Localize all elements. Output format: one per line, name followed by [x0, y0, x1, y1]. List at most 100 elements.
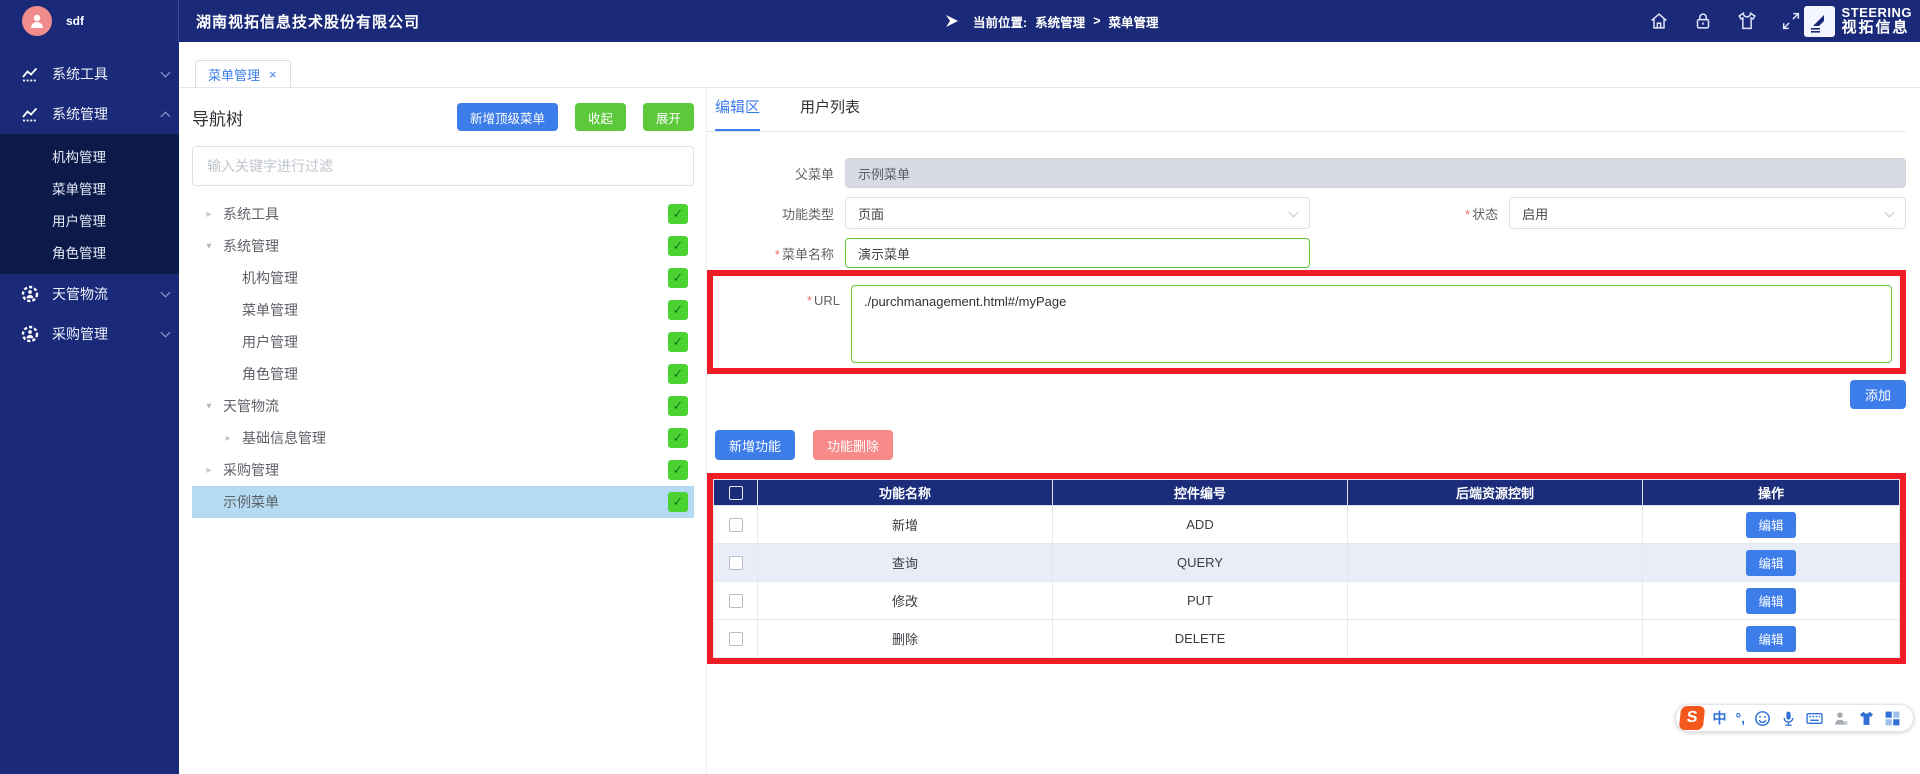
ime-lang-toggle[interactable]: 中 — [1713, 708, 1727, 728]
select-all-checkbox[interactable] — [729, 486, 743, 500]
tree-node-system-tools[interactable]: 系统工具 — [192, 198, 694, 230]
edit-row-button[interactable]: 编辑 — [1746, 512, 1795, 538]
status-select[interactable]: 启用 — [1509, 197, 1906, 229]
sidebar-item-system-tools[interactable]: 系统工具 — [0, 54, 179, 94]
sidebar-item-tianguan-logistics[interactable]: 天管物流 — [0, 274, 179, 314]
row-checkbox[interactable] — [729, 632, 743, 646]
check-icon[interactable] — [668, 364, 688, 384]
check-icon[interactable] — [668, 396, 688, 416]
check-icon[interactable] — [668, 300, 688, 320]
avatar[interactable] — [22, 6, 52, 36]
breadcrumb-parent[interactable]: 系统管理 — [1035, 12, 1085, 31]
tree-node-purchase-management[interactable]: 采购管理 — [192, 454, 694, 486]
check-icon[interactable] — [668, 204, 688, 224]
user-area[interactable]: sdf — [0, 0, 179, 42]
table-row: 查询 QUERY 编辑 — [714, 544, 1900, 582]
breadcrumb-current[interactable]: 菜单管理 — [1109, 12, 1159, 31]
menu-name-field[interactable] — [845, 238, 1310, 268]
microphone-icon[interactable] — [1780, 710, 1797, 727]
chevron-up-icon — [161, 111, 171, 121]
emoji-icon[interactable] — [1754, 710, 1771, 727]
add-top-menu-button[interactable]: 新增顶级菜单 — [457, 103, 558, 131]
collapse-arrow-icon[interactable] — [202, 401, 216, 412]
row-checkbox[interactable] — [729, 518, 743, 532]
sidebar-item-menu-management[interactable]: 菜单管理 — [0, 172, 179, 204]
function-type-select[interactable]: 页面 — [845, 197, 1310, 229]
sidebar-item-purchase-management[interactable]: 采购管理 — [0, 314, 179, 354]
close-icon[interactable]: × — [269, 67, 277, 82]
breadcrumb-separator: > — [1093, 14, 1100, 28]
home-icon[interactable] — [1648, 10, 1670, 32]
add-function-button[interactable]: 新增功能 — [715, 430, 795, 460]
shirt-icon[interactable] — [1736, 10, 1758, 32]
person-icon[interactable] — [1832, 710, 1849, 727]
tree-node-org-management[interactable]: 机构管理 — [192, 262, 694, 294]
row-checkbox[interactable] — [729, 594, 743, 608]
sidebar-item-label: 采购管理 — [52, 324, 108, 344]
tab-edit-area[interactable]: 编辑区 — [715, 96, 760, 131]
chevron-down-icon — [161, 68, 171, 78]
sidebar-item-org-management[interactable]: 机构管理 — [0, 140, 179, 172]
toolbox-icon[interactable] — [1884, 710, 1901, 727]
url-field[interactable]: ./purchmanagement.html#/myPage — [851, 285, 1892, 363]
skin-icon[interactable] — [1858, 710, 1875, 727]
add-button[interactable]: 添加 — [1850, 380, 1906, 409]
expand-arrow-icon[interactable] — [202, 209, 216, 220]
check-icon[interactable] — [668, 428, 688, 448]
brand-logo: STEERING 视拓信息 — [1804, 0, 1912, 42]
brand-name-cn: 视拓信息 — [1842, 20, 1912, 36]
tree-node-menu-management[interactable]: 菜单管理 — [192, 294, 694, 326]
chevron-down-icon — [1885, 208, 1895, 218]
delete-function-button[interactable]: 功能删除 — [813, 430, 893, 460]
lock-icon[interactable] — [1692, 10, 1714, 32]
menu-edit-form: 父菜单 功能类型 页面 *状态 启用 — [707, 132, 1906, 409]
check-icon[interactable] — [668, 460, 688, 480]
keyboard-icon[interactable] — [1806, 710, 1823, 727]
chart-icon — [20, 64, 40, 84]
check-icon[interactable] — [668, 492, 688, 512]
sidebar-item-label: 系统工具 — [52, 64, 108, 84]
tree-node-user-management[interactable]: 用户管理 — [192, 326, 694, 358]
sogou-logo-icon[interactable]: S — [1678, 706, 1705, 730]
row-checkbox[interactable] — [729, 556, 743, 570]
tree-node-role-management[interactable]: 角色管理 — [192, 358, 694, 390]
check-icon[interactable] — [668, 236, 688, 256]
tree-node-basic-info-management[interactable]: 基础信息管理 — [192, 422, 694, 454]
tree-node-system-management[interactable]: 系统管理 — [192, 230, 694, 262]
column-header: 后端资源控制 — [1348, 480, 1643, 506]
arrow-right-icon — [945, 14, 965, 28]
chart-icon — [20, 104, 40, 124]
tree-node-example-menu[interactable]: 示例菜单 — [192, 486, 694, 518]
edit-row-button[interactable]: 编辑 — [1746, 626, 1795, 652]
tree-node-tianguan-logistics[interactable]: 天管物流 — [192, 390, 694, 422]
sidebar-item-label: 系统管理 — [52, 104, 108, 124]
table-row: 删除 DELETE 编辑 — [714, 620, 1900, 658]
expand-arrow-icon[interactable] — [202, 465, 216, 476]
check-icon[interactable] — [668, 268, 688, 288]
sidebar-submenu: 机构管理 菜单管理 用户管理 角色管理 — [0, 134, 179, 274]
sidebar-item-role-management[interactable]: 角色管理 — [0, 236, 179, 268]
menu-name-label: *菜单名称 — [707, 244, 845, 263]
edit-panel-tabs: 编辑区 用户列表 — [707, 88, 1906, 132]
ime-punct-toggle[interactable]: °, — [1736, 710, 1746, 726]
collapse-arrow-icon[interactable] — [202, 241, 216, 252]
expand-all-button[interactable]: 展开 — [643, 103, 694, 131]
expand-arrow-icon[interactable] — [221, 433, 235, 444]
gear-user-icon — [20, 324, 40, 344]
collapse-all-button[interactable]: 收起 — [575, 103, 626, 131]
url-label: *URL — [713, 285, 851, 308]
edit-panel: 编辑区 用户列表 父菜单 功能类型 页面 — [707, 88, 1920, 773]
parent-menu-field — [845, 158, 1906, 188]
parent-menu-label: 父菜单 — [707, 164, 845, 183]
edit-row-button[interactable]: 编辑 — [1746, 550, 1795, 576]
sidebar-item-system-management[interactable]: 系统管理 — [0, 94, 179, 134]
tab-user-list[interactable]: 用户列表 — [800, 96, 860, 131]
tree-filter-input[interactable] — [192, 146, 694, 186]
tab-menu-management[interactable]: 菜单管理 × — [195, 60, 291, 87]
edit-row-button[interactable]: 编辑 — [1746, 588, 1795, 614]
chevron-down-icon — [161, 328, 171, 338]
fullscreen-icon[interactable] — [1780, 10, 1802, 32]
sidebar-item-user-management[interactable]: 用户管理 — [0, 204, 179, 236]
person-icon — [28, 12, 46, 30]
check-icon[interactable] — [668, 332, 688, 352]
